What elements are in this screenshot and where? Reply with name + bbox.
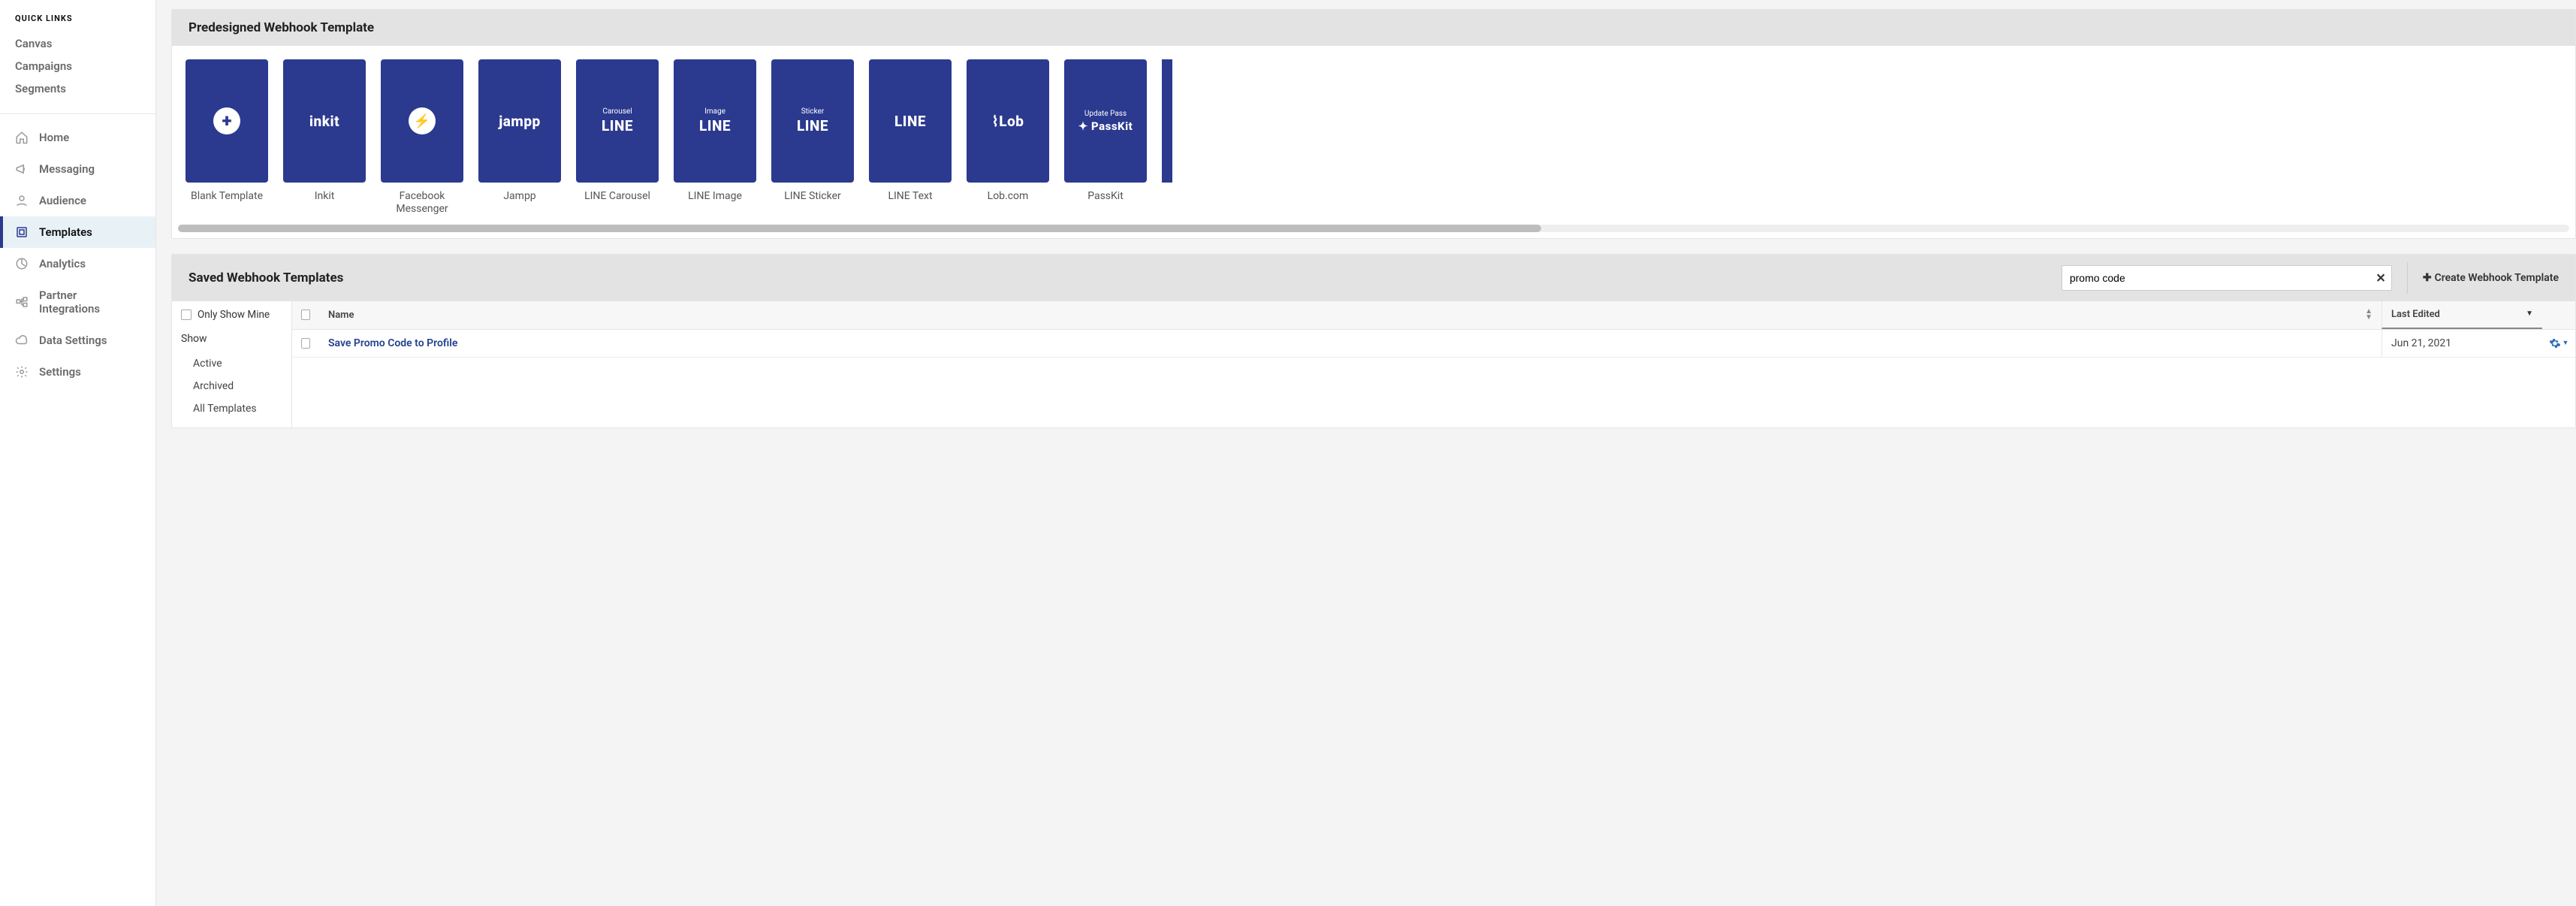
plus-icon: ✚ <box>2423 272 2432 284</box>
template-label: Facebook Messenger <box>381 190 463 216</box>
quick-links-heading: QUICK LINKS <box>15 14 140 23</box>
template-link[interactable]: Save Promo Code to Profile <box>328 337 457 349</box>
nav-label: Audience <box>39 194 86 207</box>
create-label: Create Webhook Template <box>2435 272 2559 284</box>
audience-icon <box>15 194 29 207</box>
row-last-edited: Jun 21, 2021 <box>2381 330 2542 357</box>
cloud-icon <box>15 334 29 347</box>
sort-desc-icon: ▼ <box>2526 311 2533 317</box>
template-overflow[interactable] <box>1162 59 1172 216</box>
template-label: PassKit <box>1087 190 1124 214</box>
nav-label: Messaging <box>39 162 95 176</box>
sidebar-divider <box>0 113 155 114</box>
template-passkit[interactable]: Update Pass✦ PassKit PassKit <box>1064 59 1147 216</box>
nav-label: Home <box>39 131 69 144</box>
nav-home[interactable]: Home <box>0 122 155 153</box>
nav-label: Data Settings <box>39 334 107 347</box>
gear-icon <box>15 365 29 379</box>
predesigned-header: Predesigned Webhook Template <box>172 10 2575 46</box>
only-mine-label: Only Show Mine <box>198 309 270 321</box>
template-blank[interactable]: + Blank Template <box>186 59 268 216</box>
nav-settings[interactable]: Settings <box>0 356 155 388</box>
template-line-carousel[interactable]: CarouselLINE LINE Carousel <box>576 59 659 216</box>
sort-icon: ▲▼ <box>2365 309 2372 321</box>
nav-label: Templates <box>39 225 92 239</box>
templates-icon <box>15 225 29 239</box>
sidebar: QUICK LINKS Canvas Campaigns Segments Ho… <box>0 0 156 906</box>
nav-audience[interactable]: Audience <box>0 185 155 216</box>
integrations-icon <box>15 295 29 309</box>
clear-search-icon[interactable]: ✕ <box>2375 270 2385 285</box>
header-divider <box>2407 262 2408 294</box>
saved-title: Saved Webhook Templates <box>189 270 343 285</box>
filter-active[interactable]: Active <box>181 352 282 375</box>
select-all-checkbox[interactable] <box>292 301 319 329</box>
predesigned-panel: Predesigned Webhook Template + Blank Tem… <box>171 9 2576 239</box>
template-label: LINE Sticker <box>784 190 841 214</box>
template-inkit[interactable]: inkit Inkit <box>283 59 366 216</box>
megaphone-icon <box>15 162 29 176</box>
saved-header: Saved Webhook Templates ✕ ✚ Create Webho… <box>172 255 2575 301</box>
nav-data-settings[interactable]: Data Settings <box>0 325 155 356</box>
nav-partner-integrations[interactable]: Partner Integrations <box>0 279 155 325</box>
column-actions <box>2542 301 2575 329</box>
template-label: Blank Template <box>191 190 263 214</box>
template-label: Jampp <box>503 190 535 214</box>
table-row: Save Promo Code to Profile Jun 21, 2021 … <box>292 330 2575 358</box>
quick-links-section: QUICK LINKS Canvas Campaigns Segments <box>0 0 155 107</box>
quick-link-segments[interactable]: Segments <box>15 77 140 100</box>
caret-down-icon: ▼ <box>2562 339 2569 347</box>
filter-column: Only Show Mine Show Active Archived All … <box>172 301 292 427</box>
template-label: LINE Carousel <box>584 190 650 214</box>
search-wrap: ✕ <box>2062 265 2392 291</box>
messenger-icon: ⚡ <box>409 107 436 134</box>
template-line-text[interactable]: LINE LINE Text <box>869 59 952 216</box>
template-line-sticker[interactable]: StickerLINE LINE Sticker <box>771 59 854 216</box>
template-facebook-messenger[interactable]: ⚡ Facebook Messenger <box>381 59 463 216</box>
column-last-edited[interactable]: Last Edited ▼ <box>2381 301 2542 329</box>
row-checkbox[interactable] <box>292 330 319 357</box>
table-header: Name ▲▼ Last Edited ▼ <box>292 301 2575 330</box>
create-webhook-template-button[interactable]: ✚ Create Webhook Template <box>2423 272 2559 284</box>
saved-templates-panel: Saved Webhook Templates ✕ ✚ Create Webho… <box>171 254 2576 428</box>
template-jampp[interactable]: jampp Jampp <box>478 59 561 216</box>
template-lob[interactable]: ⌇Lob Lob.com <box>967 59 1049 216</box>
show-heading: Show <box>181 333 282 345</box>
nav-label: Analytics <box>39 257 86 270</box>
template-label: Lob.com <box>988 190 1029 214</box>
predesigned-title: Predesigned Webhook Template <box>189 20 374 35</box>
templates-table: Name ▲▼ Last Edited ▼ Save Promo Code to… <box>292 301 2575 427</box>
template-label: LINE Text <box>888 190 932 214</box>
filter-all-templates[interactable]: All Templates <box>181 397 282 420</box>
checkbox-icon <box>181 310 192 320</box>
template-label: LINE Image <box>688 190 742 214</box>
filter-archived[interactable]: Archived <box>181 375 282 397</box>
template-line-image[interactable]: ImageLINE LINE Image <box>674 59 756 216</box>
column-name[interactable]: Name ▲▼ <box>319 301 2381 329</box>
home-icon <box>15 131 29 144</box>
main-content: Predesigned Webhook Template + Blank Tem… <box>156 0 2576 906</box>
scrollbar-thumb[interactable] <box>178 225 1541 232</box>
nav-label: Partner Integrations <box>39 288 140 316</box>
search-input[interactable] <box>2062 265 2392 291</box>
template-label: Inkit <box>315 190 335 214</box>
analytics-icon <box>15 257 29 270</box>
row-settings-button[interactable]: ▼ <box>2549 337 2569 349</box>
quick-link-campaigns[interactable]: Campaigns <box>15 55 140 77</box>
quick-link-canvas[interactable]: Canvas <box>15 32 140 55</box>
horizontal-scrollbar[interactable] <box>178 225 2569 232</box>
template-row: + Blank Template inkit Inkit ⚡ Facebook … <box>172 46 2575 222</box>
nav-messaging[interactable]: Messaging <box>0 153 155 185</box>
saved-body: Only Show Mine Show Active Archived All … <box>172 301 2575 427</box>
only-show-mine-checkbox[interactable]: Only Show Mine <box>181 309 282 321</box>
nav-analytics[interactable]: Analytics <box>0 248 155 279</box>
plus-icon: + <box>213 107 240 134</box>
nav-templates[interactable]: Templates <box>0 216 155 248</box>
nav-label: Settings <box>39 365 81 379</box>
